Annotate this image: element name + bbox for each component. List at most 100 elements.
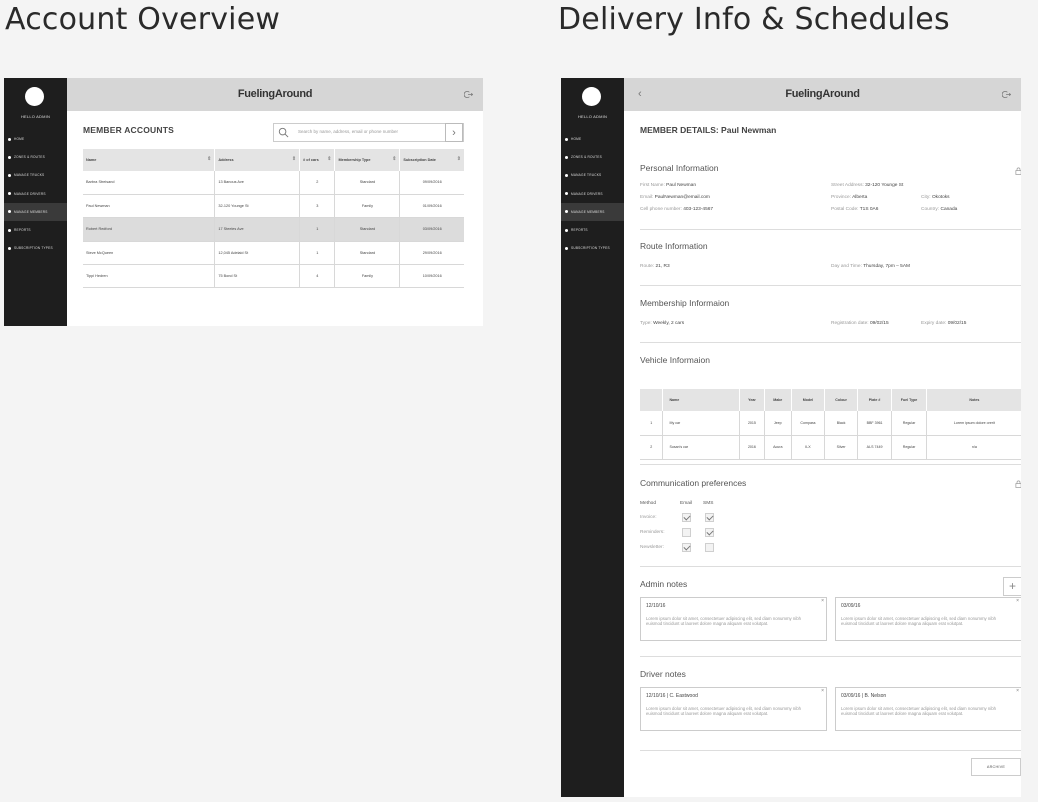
sort-icon[interactable]: ⇕ — [392, 156, 396, 162]
table-cell: Silver — [824, 435, 858, 460]
note-text: Lorem ipsum dolor sit amet, consectetuer… — [841, 616, 997, 626]
sidebar-item-subscription-types[interactable]: SUBSCRIPTION TYPES — [4, 239, 67, 257]
table-row[interactable]: Tippi Hedren 75 Bond St 4 Family 10/09/2016 — [83, 264, 464, 289]
note-card[interactable]: 03/09/16 Lorem ipsum dolor sit amet, cons… — [835, 597, 1021, 641]
driver-notes-section: Driver notes 12/10/16 | C. Eastwood Lorem… — [640, 657, 1021, 751]
expiry-date-field: Expiry date: 09/02/15 — [921, 321, 967, 326]
table-row[interactable]: Paul Newman 32-120 Younge St 3 Family 01/09/… — [83, 194, 464, 219]
table-row[interactable]: 1 My car 2015 Jeep Compass Black BBF 3961 Regul… — [640, 411, 1021, 436]
bullet-icon — [8, 228, 11, 232]
sidebar: HELLO ADMIN HOME ZONES & ROUTES MANAGE TRU… — [561, 78, 624, 797]
email-checkbox[interactable] — [682, 543, 691, 552]
table-row[interactable]: Robert Redford 17 Steeles Ave 1 Standard 03/… — [83, 217, 464, 242]
add-note-button[interactable]: + — [1003, 577, 1021, 596]
sidebar-item-manage-trucks[interactable]: MANAGE TRUCKS — [561, 166, 624, 184]
table-cell: Paul Newman — [83, 194, 216, 219]
table-cell: Jeep — [764, 411, 792, 436]
table-row[interactable]: Barbra Streisand 13 Banous Ave 2 Standard 09… — [83, 171, 464, 195]
member-details-content: MEMBER DETAILS: Paul Newman Personal Inf… — [624, 111, 1021, 797]
bullet-icon — [565, 173, 568, 177]
sidebar-item-zones-routes[interactable]: ZONES & ROUTES — [561, 148, 624, 166]
column-header[interactable]: Address ⇕ — [214, 149, 301, 171]
note-card[interactable]: 03/09/16 | B. Nelson Lorem ipsum dolor si… — [835, 687, 1021, 731]
top-bar: ‹ FuelingAround — [624, 78, 1021, 111]
main-content: MEMBER ACCOUNTS Search by name, address,… — [67, 111, 483, 326]
bullet-icon — [8, 155, 11, 159]
section-title-delivery-info: Delivery Info & Schedules — [558, 2, 950, 37]
sidebar-item-reports[interactable]: REPORTS — [561, 221, 624, 239]
day-time-field: Day and Time: Thursday, 7pm – 5AM — [831, 264, 911, 269]
method-header: Method — [640, 501, 656, 506]
close-icon[interactable]: × — [1016, 598, 1019, 604]
table-cell: Compass — [791, 411, 826, 436]
column-header[interactable]: Name ⇕ — [83, 149, 216, 171]
sidebar-item-manage-members[interactable]: MANAGE MEMBERS — [4, 202, 67, 221]
personal-information-section: Personal Information First Name: Paul Ne… — [640, 157, 1021, 230]
table-row[interactable]: Steve McQueen 12,045 Adelaid St 1 Standard 2… — [83, 241, 464, 266]
table-cell: 2 — [640, 435, 664, 460]
column-header-label: # of cars — [303, 158, 319, 162]
sidebar-item-label: HOME — [571, 137, 582, 142]
email-field: Email: PaulNewman@email.com — [640, 195, 710, 200]
email-checkbox[interactable] — [682, 513, 691, 522]
sidebar-item-label: MANAGE TRUCKS — [14, 173, 45, 178]
table-cell: 12,045 Adelaid St — [214, 241, 301, 266]
column-header: Plate # — [857, 389, 893, 411]
note-date: 12/10/16 | C. Eastwood — [646, 693, 698, 699]
table-row[interactable]: 2 Susan's car 2016 Acura ILX Silver ALS 7449 Re… — [640, 435, 1021, 460]
table-cell: 1 — [299, 241, 336, 266]
logout-icon[interactable] — [464, 90, 473, 99]
table-cell: 03/09/2016 — [399, 217, 464, 242]
close-icon[interactable]: × — [821, 688, 824, 694]
sort-icon[interactable]: ⇕ — [207, 156, 211, 162]
table-cell: 17 Steeles Ave — [214, 217, 301, 242]
bullet-icon — [565, 192, 568, 196]
column-header[interactable]: Membership Type ⇕ — [334, 149, 401, 171]
sidebar-item-reports[interactable]: REPORTS — [4, 221, 67, 239]
lock-icon[interactable] — [1015, 480, 1021, 488]
close-icon[interactable]: × — [1016, 688, 1019, 694]
sms-checkbox[interactable] — [705, 543, 714, 552]
note-date: 03/09/16 — [841, 603, 861, 609]
search-bar[interactable]: Search by name, address, email or phone … — [273, 123, 464, 142]
table-cell: ALS 7449 — [857, 435, 893, 460]
sort-icon[interactable]: ⇕ — [457, 156, 461, 162]
search-input[interactable]: Search by name, address, email or phone … — [298, 129, 398, 134]
sidebar-item-zones-routes[interactable]: ZONES & ROUTES — [4, 148, 67, 166]
bullet-icon — [8, 192, 11, 196]
table-cell: 10/09/2016 — [399, 264, 464, 289]
sidebar-item-subscription-types[interactable]: SUBSCRIPTION TYPES — [561, 239, 624, 257]
column-header[interactable]: Subscription Date ⇕ — [399, 149, 464, 171]
sidebar-item-manage-drivers[interactable]: MANAGE DRIVERS — [4, 185, 67, 203]
sort-icon[interactable]: ⇕ — [327, 156, 331, 162]
avatar[interactable] — [582, 87, 601, 106]
avatar[interactable] — [25, 87, 44, 106]
table-cell: 32-120 Younge St — [214, 194, 301, 219]
sort-icon[interactable]: ⇕ — [292, 156, 296, 162]
sidebar-item-home[interactable]: HOME — [4, 130, 67, 148]
sidebar-item-home[interactable]: HOME — [561, 130, 624, 148]
close-icon[interactable]: × — [821, 598, 824, 604]
table-cell: Regular — [891, 435, 927, 460]
sms-checkbox[interactable] — [705, 513, 714, 522]
column-header-label: Subscription Date — [403, 158, 436, 162]
brand-logo[interactable]: FuelingAround — [67, 88, 483, 100]
note-card[interactable]: 12/10/16 Lorem ipsum dolor sit amet, cons… — [640, 597, 827, 641]
archive-button[interactable]: ARCHIVE — [971, 758, 1021, 776]
member-details-screen: HELLO ADMIN HOME ZONES & ROUTES MANAGE TRU… — [561, 78, 1021, 797]
email-checkbox[interactable] — [682, 528, 691, 537]
sidebar-item-manage-members[interactable]: MANAGE MEMBERS — [561, 202, 624, 221]
sidebar-item-label: MANAGE DRIVERS — [571, 191, 603, 196]
column-header[interactable]: # of cars ⇕ — [299, 149, 336, 171]
brand-logo[interactable]: FuelingAround — [624, 88, 1021, 100]
greeting: HELLO ADMIN — [577, 114, 608, 119]
note-card[interactable]: 12/10/16 | C. Eastwood Lorem ipsum dolor … — [640, 687, 827, 731]
lock-icon[interactable] — [1015, 167, 1021, 175]
sms-checkbox[interactable] — [705, 528, 714, 537]
logout-icon[interactable] — [1002, 90, 1011, 99]
search-submit-button[interactable]: › — [445, 123, 463, 142]
sidebar-item-manage-trucks[interactable]: MANAGE TRUCKS — [4, 166, 67, 184]
table-cell: Family — [334, 194, 401, 219]
vehicle-table: Name Year Make Model Colour Plate # Fuel Type N… — [640, 389, 1021, 460]
sidebar-item-manage-drivers[interactable]: MANAGE DRIVERS — [561, 185, 624, 203]
